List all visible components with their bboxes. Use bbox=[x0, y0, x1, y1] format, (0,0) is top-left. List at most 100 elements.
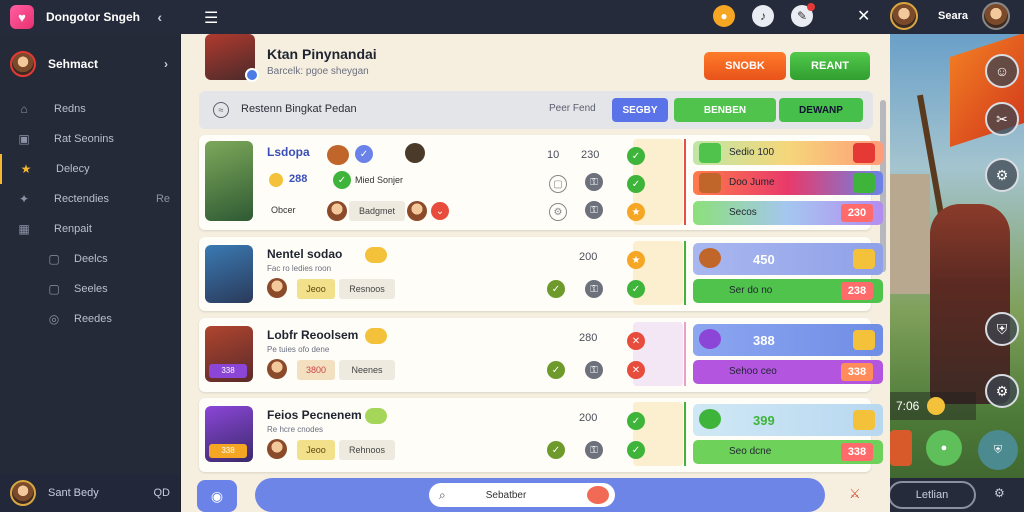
sidebar-subitem-2[interactable]: ▢ Seeles bbox=[0, 274, 180, 304]
list-item[interactable]: Lsdopa ✓ 288 ✓ Mied Sonjer Obcer Badgmet… bbox=[199, 135, 883, 230]
notification-dot bbox=[807, 3, 815, 11]
avatar-badge: 338 bbox=[209, 444, 247, 458]
brand[interactable]: ♥ Dongotor Sngeh ‹ bbox=[0, 5, 180, 29]
check-icon[interactable]: ✓ bbox=[627, 441, 645, 459]
card-icon[interactable] bbox=[890, 430, 912, 466]
user-menu[interactable]: Seara bbox=[890, 2, 1010, 30]
reward-label: Secos bbox=[729, 207, 757, 218]
sidebar-item-3[interactable]: ★ Delecy bbox=[0, 154, 180, 184]
sidebar-item-2[interactable]: ▣ Rat Seonins bbox=[0, 124, 180, 154]
reward-row-bottom[interactable]: Sehoo ceo 338 bbox=[693, 360, 883, 384]
check-icon[interactable]: ✓ bbox=[627, 175, 645, 193]
discord-icon[interactable]: ◉ bbox=[197, 480, 237, 512]
coin-icon[interactable]: ● bbox=[713, 5, 735, 27]
list-item[interactable]: 338 Feios Pecnenem Re hcre cnodes Jeoo R… bbox=[199, 398, 883, 472]
panel-header: Ktan Pinynandai Barcelk: pgoe sheygan SN… bbox=[205, 34, 870, 84]
lock-icon[interactable]: ⚿ bbox=[585, 201, 603, 219]
badge-icon bbox=[327, 145, 349, 165]
leaf-icon[interactable]: ✓ bbox=[547, 280, 565, 298]
check-icon: ✓ bbox=[355, 145, 373, 163]
top-bar: ♥ Dongotor Sngeh ‹ ☰ ● ♪ ✎ ✕ Seara bbox=[0, 0, 1024, 34]
settings-icon[interactable]: ⚙ bbox=[985, 158, 1019, 192]
sidebar-item-1[interactable]: ⌂ Redns bbox=[0, 94, 180, 124]
row-tag-2: Rehnoos bbox=[339, 440, 395, 460]
close-icon[interactable]: ✕ bbox=[627, 361, 645, 379]
secondary-button[interactable]: REANT bbox=[790, 52, 870, 80]
reward-row-2[interactable]: Doo Jume bbox=[693, 171, 883, 195]
reward-row-1[interactable]: Sedio 100 bbox=[693, 141, 883, 165]
avatar bbox=[407, 201, 427, 221]
reward-row-top[interactable]: 388 bbox=[693, 324, 883, 356]
list-item[interactable]: 338 Lobfr Reoolsem Pe tuies ofo dene 380… bbox=[199, 318, 883, 392]
reward-row-top[interactable]: 399 bbox=[693, 404, 883, 436]
chest-icon bbox=[853, 249, 875, 269]
star-icon[interactable]: ★ bbox=[627, 203, 645, 221]
sidebar-item-5[interactable]: ▦ Renpait bbox=[0, 214, 180, 244]
reward-label: Doo Jume bbox=[729, 177, 775, 188]
music-icon[interactable]: ♪ bbox=[752, 5, 774, 27]
primary-button[interactable]: SNOBK bbox=[704, 52, 786, 80]
star-icon[interactable]: ★ bbox=[627, 251, 645, 269]
toolbar-green-button[interactable]: BENBEN bbox=[674, 98, 776, 122]
chest-icon bbox=[853, 410, 875, 430]
footer-pill-button[interactable]: Letlian bbox=[890, 481, 976, 509]
close-icon[interactable]: ✕ bbox=[857, 6, 870, 26]
check-icon[interactable]: ✓ bbox=[627, 147, 645, 165]
hero-desc: Pe tuies ofo dene bbox=[267, 345, 330, 354]
sidebar-subitem-1[interactable]: ▢ Deelcs bbox=[0, 244, 180, 274]
settings-icon[interactable]: ⚙ bbox=[994, 486, 1005, 500]
shield-action-icon[interactable]: ⛨ bbox=[978, 430, 1018, 470]
sidebar-item-4[interactable]: ✦ Rectendies Re bbox=[0, 184, 180, 214]
toolbar-blue-button[interactable]: SEGBY bbox=[612, 98, 668, 122]
chat-icon[interactable]: ● bbox=[926, 430, 962, 466]
divider bbox=[684, 322, 686, 386]
page-subtitle: Barcelk: pgoe sheygan bbox=[267, 66, 369, 77]
filter-icon[interactable]: ≈ bbox=[213, 102, 229, 118]
sidebar-profile[interactable]: Sehmact › bbox=[0, 34, 180, 94]
coins-icon bbox=[365, 328, 387, 344]
close-icon[interactable]: ✕ bbox=[627, 332, 645, 350]
avatar-secondary[interactable] bbox=[981, 2, 1010, 30]
row-value: 280 bbox=[579, 332, 598, 344]
sidebar-item-label: Renpait bbox=[54, 223, 92, 235]
bullet-icon: ▢ bbox=[48, 252, 60, 266]
lock-icon[interactable]: ⚿ bbox=[585, 280, 603, 298]
notification-bell-icon[interactable]: ✎ bbox=[791, 3, 815, 27]
sword-icon[interactable]: ⚔ bbox=[849, 486, 861, 502]
hero-avatar bbox=[205, 34, 259, 82]
reward-row-3[interactable]: Secos 230 bbox=[693, 201, 883, 225]
shield-icon[interactable]: ⛨ bbox=[985, 312, 1019, 346]
divider bbox=[684, 139, 686, 225]
chevron-down-icon[interactable]: ⌄ bbox=[431, 202, 449, 220]
sidebar-item-label: Seeles bbox=[74, 283, 108, 295]
check-icon[interactable]: ✓ bbox=[627, 280, 645, 298]
lock-icon[interactable]: ⚿ bbox=[585, 441, 603, 459]
chevron-left-icon[interactable]: ‹ bbox=[157, 9, 162, 25]
row-label: Mied Sonjer bbox=[355, 175, 404, 185]
reward-value: 388 bbox=[753, 333, 775, 348]
sidebar-item-label: Rectendies bbox=[54, 193, 110, 205]
check-icon[interactable]: ✓ bbox=[627, 412, 645, 430]
lock-icon[interactable]: ⚿ bbox=[585, 361, 603, 379]
search-input[interactable]: ⌕ Sebatber bbox=[429, 483, 615, 507]
bullet-icon: ▢ bbox=[48, 282, 60, 296]
gear-icon[interactable]: ⚙ bbox=[985, 374, 1019, 408]
tools-icon[interactable]: ✂ bbox=[985, 102, 1019, 136]
leaf-icon[interactable]: ✓ bbox=[547, 441, 565, 459]
avatar bbox=[405, 143, 425, 163]
row-tag: Jeoo bbox=[297, 279, 335, 299]
row-tag-2: Resnoos bbox=[339, 279, 395, 299]
toolbar-green-button-2[interactable]: DEWANP bbox=[779, 98, 863, 122]
info-icon: ▢ bbox=[549, 175, 567, 193]
leaf-icon[interactable]: ✓ bbox=[547, 361, 565, 379]
character-icon[interactable]: ☺ bbox=[985, 54, 1019, 88]
sidebar-footer[interactable]: Sant Bedy QD bbox=[0, 474, 180, 512]
hamburger-menu-icon[interactable]: ☰ bbox=[204, 8, 218, 28]
reward-row-bottom[interactable]: Ser do no 238 bbox=[693, 279, 883, 303]
list-item[interactable]: Nentel sodao Fac ro ledies roon Jeoo Res… bbox=[199, 237, 883, 311]
reward-row-top[interactable]: 450 bbox=[693, 243, 883, 275]
sidebar-subitem-3[interactable]: ◎ Reedes bbox=[0, 304, 180, 334]
reward-row-bottom[interactable]: Seo dcne 338 bbox=[693, 440, 883, 464]
lock-icon[interactable]: ⚿ bbox=[585, 173, 603, 191]
emblem-icon[interactable] bbox=[587, 486, 609, 504]
